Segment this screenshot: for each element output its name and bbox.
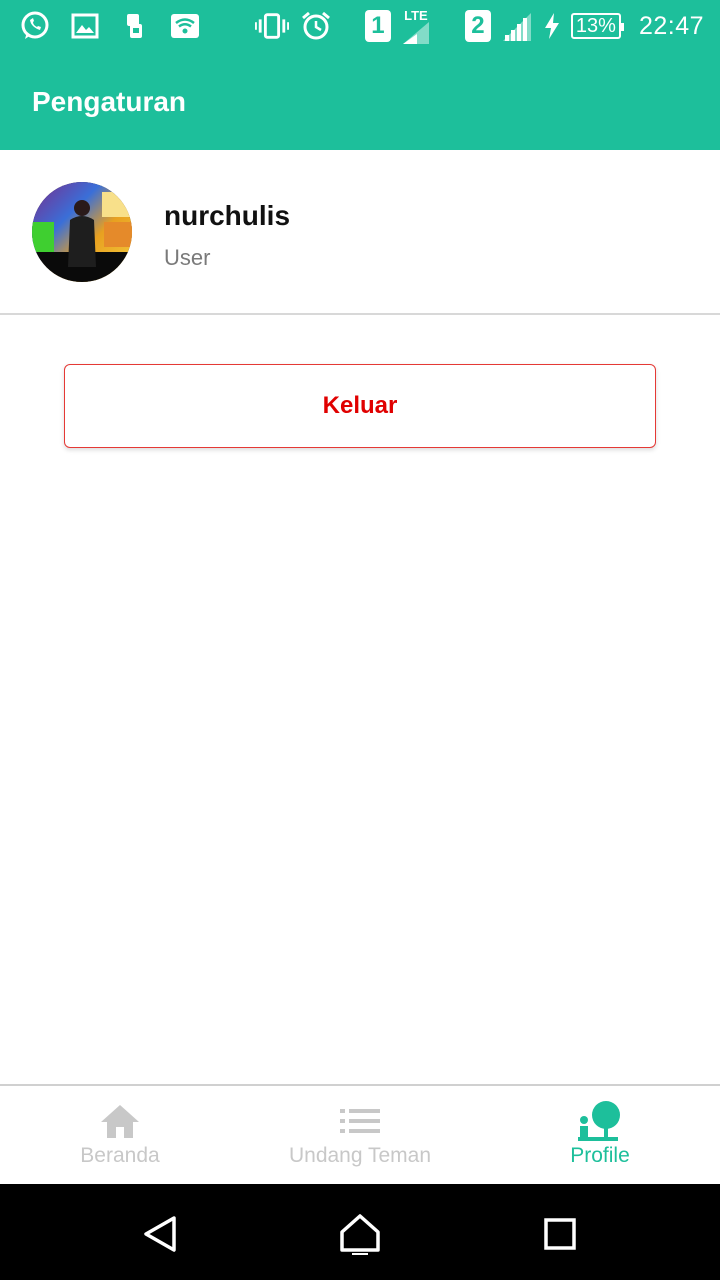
battery-level: 13% <box>570 13 624 39</box>
app-bar: Pengaturan <box>0 52 720 150</box>
profile-header: nurchulis User <box>0 150 720 315</box>
system-nav-bar <box>0 1184 720 1280</box>
back-button[interactable] <box>138 1212 182 1256</box>
status-left <box>18 8 202 44</box>
logout-button[interactable]: Keluar <box>64 364 656 448</box>
user-name: nurchulis <box>164 200 291 231</box>
avatar[interactable] <box>32 182 132 282</box>
status-right: 1 LTE 2 13% 22:47 <box>254 8 704 44</box>
clock: 22:47 <box>638 11 704 40</box>
vibrate-icon <box>254 9 289 43</box>
signal-icon <box>402 21 429 44</box>
list-icon <box>338 1102 382 1140</box>
lte-signal: LTE <box>401 9 431 44</box>
whatsapp-icon <box>18 9 52 43</box>
nav-label-undang-teman: Undang Teman <box>288 1144 432 1167</box>
status-bar: 1 LTE 2 13% 22:47 <box>0 0 720 52</box>
back-icon <box>144 1216 176 1252</box>
sim-toolkit-icon <box>118 9 152 43</box>
page-title: Pengaturan <box>32 86 187 117</box>
network-type: LTE <box>404 7 428 23</box>
gallery-icon <box>68 9 102 43</box>
user-role: User <box>164 245 211 270</box>
charging-icon <box>544 13 559 39</box>
wifi-icon <box>168 9 202 43</box>
sim1-badge: 1 <box>364 10 391 42</box>
nav-item-undang-teman[interactable]: Undang Teman <box>240 1086 480 1184</box>
alarm-icon <box>299 9 333 43</box>
recents-button[interactable] <box>538 1212 582 1256</box>
nav-label-profile: Profile <box>570 1144 630 1167</box>
nav-item-profile[interactable]: Profile <box>480 1086 720 1184</box>
home-nav-icon <box>340 1214 380 1255</box>
signal-icon <box>502 13 531 41</box>
recents-icon <box>544 1218 576 1250</box>
home-icon <box>98 1102 142 1140</box>
profile-icon <box>578 1101 622 1141</box>
sim2-badge: 2 <box>464 10 491 42</box>
nav-label-beranda: Beranda <box>80 1144 160 1167</box>
nav-item-beranda[interactable]: Beranda <box>0 1086 240 1184</box>
screen: 1 LTE 2 13% 22:47 Pengaturan nurchulis U… <box>0 0 720 1280</box>
home-button[interactable] <box>338 1212 382 1256</box>
bottom-nav: Beranda Undang Teman Profile <box>0 1084 720 1184</box>
